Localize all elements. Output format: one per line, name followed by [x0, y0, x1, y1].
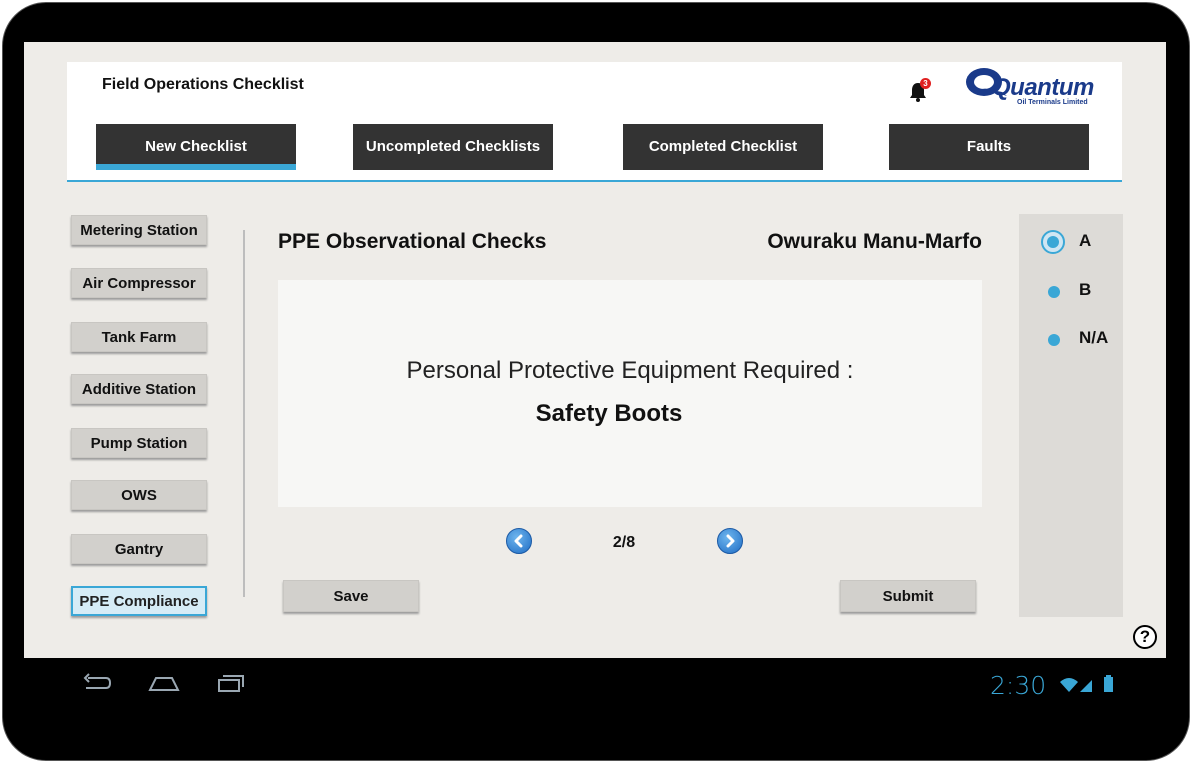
- tab-uncompleted-checklists[interactable]: Uncompleted Checklists: [353, 124, 553, 170]
- back-icon[interactable]: [82, 672, 112, 694]
- question-card: Personal Protective Equipment Required :…: [278, 280, 982, 507]
- tab-completed-checklist[interactable]: Completed Checklist: [623, 124, 823, 170]
- sidebar-item-ows[interactable]: OWS: [71, 480, 207, 510]
- page-indicator: 2/8: [612, 534, 636, 551]
- option-label: N/A: [1079, 328, 1109, 347]
- sidebar-item-tank-farm[interactable]: Tank Farm: [71, 322, 207, 352]
- battery-icon: [1104, 675, 1113, 692]
- submit-button[interactable]: Submit: [840, 580, 976, 612]
- option-label: B: [1079, 280, 1092, 299]
- question-value: Safety Boots: [535, 400, 683, 427]
- signal-icon: [1080, 680, 1092, 692]
- chevron-right-icon: [726, 534, 735, 548]
- sidebar-item-air-compressor[interactable]: Air Compressor: [71, 268, 207, 298]
- next-button[interactable]: [717, 528, 743, 554]
- app-screen: Field Operations Checklist 3 Quantum Oil…: [24, 42, 1166, 658]
- app-header: Field Operations Checklist 3 Quantum Oil…: [67, 62, 1122, 182]
- wifi-icon: [1060, 678, 1078, 692]
- tab-new-checklist[interactable]: New Checklist: [96, 124, 296, 170]
- sidebar-divider: [243, 230, 245, 597]
- status-clock: 2:30: [990, 671, 1047, 700]
- home-icon[interactable]: [147, 672, 181, 694]
- logo-subtitle: Oil Terminals Limited: [1017, 99, 1088, 106]
- logo-text: Quantum: [992, 74, 1094, 101]
- chevron-left-icon: [514, 534, 523, 548]
- sidebar-item-metering-station[interactable]: Metering Station: [71, 215, 207, 245]
- user-name: Owuraku Manu-Marfo: [767, 230, 982, 253]
- radio-icon: [1048, 286, 1060, 298]
- recent-apps-icon[interactable]: [216, 672, 246, 694]
- page-title: PPE Observational Checks: [278, 230, 547, 253]
- sidebar-item-additive-station[interactable]: Additive Station: [71, 374, 207, 404]
- radio-selected-icon: [1041, 230, 1065, 254]
- notification-badge: 3: [920, 78, 931, 89]
- question-label: Personal Protective Equipment Required :: [406, 357, 854, 384]
- app-title: Field Operations Checklist: [102, 76, 304, 93]
- sidebar-item-pump-station[interactable]: Pump Station: [71, 428, 207, 458]
- options-panel: A B N/A: [1019, 214, 1123, 617]
- help-button[interactable]: ?: [1133, 625, 1157, 649]
- status-icons: [1060, 675, 1113, 692]
- sidebar-item-gantry[interactable]: Gantry: [71, 534, 207, 564]
- option-label: A: [1079, 231, 1092, 250]
- radio-icon: [1048, 334, 1060, 346]
- sidebar-item-ppe-compliance[interactable]: PPE Compliance: [71, 586, 207, 616]
- previous-button[interactable]: [506, 528, 532, 554]
- save-button[interactable]: Save: [283, 580, 419, 612]
- tab-faults[interactable]: Faults: [889, 124, 1089, 170]
